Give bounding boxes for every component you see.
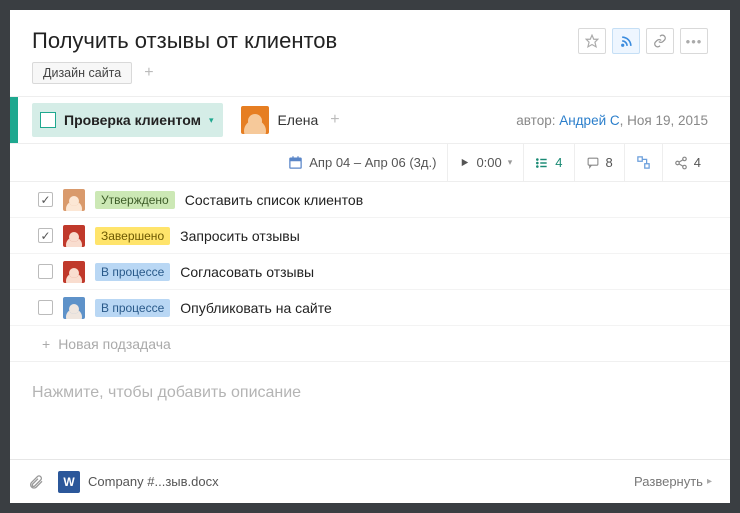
subtask-checkbox[interactable] [38, 300, 53, 315]
star-icon [585, 34, 599, 48]
share-count-value: 4 [694, 155, 701, 170]
meta-row: Апр 04 – Апр 06 (3д.) 0:00 ▾ 4 8 4 [10, 144, 730, 182]
subtask-list: Утверждено Составить список клиентов Завер… [10, 182, 730, 326]
expand-label: Развернуть [634, 474, 703, 489]
author-date: , Ноя 19, 2015 [620, 113, 708, 128]
author-prefix: автор: [516, 113, 559, 128]
comment-icon [586, 156, 600, 169]
subtask-row[interactable]: Утверждено Составить список клиентов [10, 182, 730, 218]
comment-count[interactable]: 8 [574, 144, 624, 181]
status-checkbox-icon [40, 112, 56, 128]
subtask-title: Согласовать отзывы [180, 264, 314, 280]
subtask-count-value: 4 [555, 155, 562, 170]
date-range-text: Апр 04 – Апр 06 (3д.) [309, 155, 436, 170]
subtask-row[interactable]: В процессе Опубликовать на сайте [10, 290, 730, 326]
link-icon [653, 34, 667, 48]
more-icon: ••• [686, 34, 703, 49]
play-icon [459, 157, 470, 168]
caret-down-icon: ▾ [209, 115, 214, 126]
timer-value: 0:00 [476, 155, 501, 170]
dependency-button[interactable] [624, 144, 662, 181]
tag-item[interactable]: Дизайн сайта [32, 62, 132, 84]
attachment-chip[interactable]: W Company #...зыв.docx [58, 471, 219, 493]
word-file-icon: W [58, 471, 80, 493]
rss-button[interactable] [612, 28, 640, 54]
status-dropdown[interactable]: Проверка клиентом ▾ [32, 103, 223, 137]
more-button[interactable]: ••• [680, 28, 708, 54]
task-header: Получить отзывы от клиентов ••• [10, 10, 730, 62]
subtask-title: Запросить отзывы [180, 228, 300, 244]
subtask-avatar[interactable] [63, 297, 85, 319]
footer: W Company #...зыв.docx Развернуть ▸ [10, 459, 730, 503]
task-title[interactable]: Получить отзывы от клиентов [32, 28, 337, 54]
add-tag-button[interactable]: + [140, 64, 157, 82]
subtask-status-badge: Завершено [95, 227, 170, 245]
subtask-title: Опубликовать на сайте [180, 300, 331, 316]
description-input[interactable]: Нажмите, чтобы добавить описание [10, 362, 730, 459]
share-icon [674, 156, 688, 170]
subtask-count[interactable]: 4 [523, 144, 573, 181]
author-link[interactable]: Андрей С [559, 113, 619, 128]
description-placeholder: Нажмите, чтобы добавить описание [32, 384, 301, 401]
tags-row: Дизайн сайта + [10, 62, 730, 96]
comment-count-value: 8 [606, 155, 613, 170]
subtask-status-badge: Утверждено [95, 191, 175, 209]
link-button[interactable] [646, 28, 674, 54]
expand-button[interactable]: Развернуть ▸ [634, 474, 712, 489]
status-color-bar [10, 97, 18, 143]
subtask-status-badge: В процессе [95, 263, 170, 281]
attachment-name: Company #...зыв.docx [88, 474, 219, 489]
assignees: Елена + [241, 106, 343, 134]
share-count[interactable]: 4 [662, 144, 712, 181]
rss-icon [620, 35, 633, 48]
assignee-avatar[interactable] [241, 106, 269, 134]
plus-icon: + [42, 336, 50, 352]
task-panel: Получить отзывы от клиентов ••• Дизайн с… [10, 10, 730, 503]
status-label: Проверка клиентом [64, 112, 201, 128]
list-icon [535, 156, 549, 170]
status-row: Проверка клиентом ▾ Елена + автор: Андре… [10, 96, 730, 144]
star-button[interactable] [578, 28, 606, 54]
paperclip-icon [28, 473, 44, 491]
chevron-right-icon: ▸ [707, 476, 712, 487]
author-info: автор: Андрей С, Ноя 19, 2015 [516, 113, 730, 128]
header-actions: ••• [578, 28, 708, 54]
subtask-checkbox[interactable] [38, 228, 53, 243]
subtask-avatar[interactable] [63, 261, 85, 283]
new-subtask-button[interactable]: + Новая подзадача [10, 326, 730, 362]
date-range[interactable]: Апр 04 – Апр 06 (3д.) [277, 144, 447, 181]
subtask-checkbox[interactable] [38, 192, 53, 207]
subtask-avatar[interactable] [63, 189, 85, 211]
timer[interactable]: 0:00 ▾ [447, 144, 523, 181]
assignee-name[interactable]: Елена [277, 112, 318, 128]
subtask-status-badge: В процессе [95, 299, 170, 317]
dependency-icon [636, 155, 651, 170]
chevron-down-icon: ▾ [508, 157, 513, 168]
subtask-title: Составить список клиентов [185, 192, 363, 208]
subtask-avatar[interactable] [63, 225, 85, 247]
add-assignee-button[interactable]: + [326, 111, 343, 129]
attach-button[interactable] [28, 473, 44, 491]
subtask-row[interactable]: Завершено Запросить отзывы [10, 218, 730, 254]
subtask-row[interactable]: В процессе Согласовать отзывы [10, 254, 730, 290]
new-subtask-label: Новая подзадача [58, 336, 171, 352]
calendar-icon [288, 155, 303, 170]
subtask-checkbox[interactable] [38, 264, 53, 279]
